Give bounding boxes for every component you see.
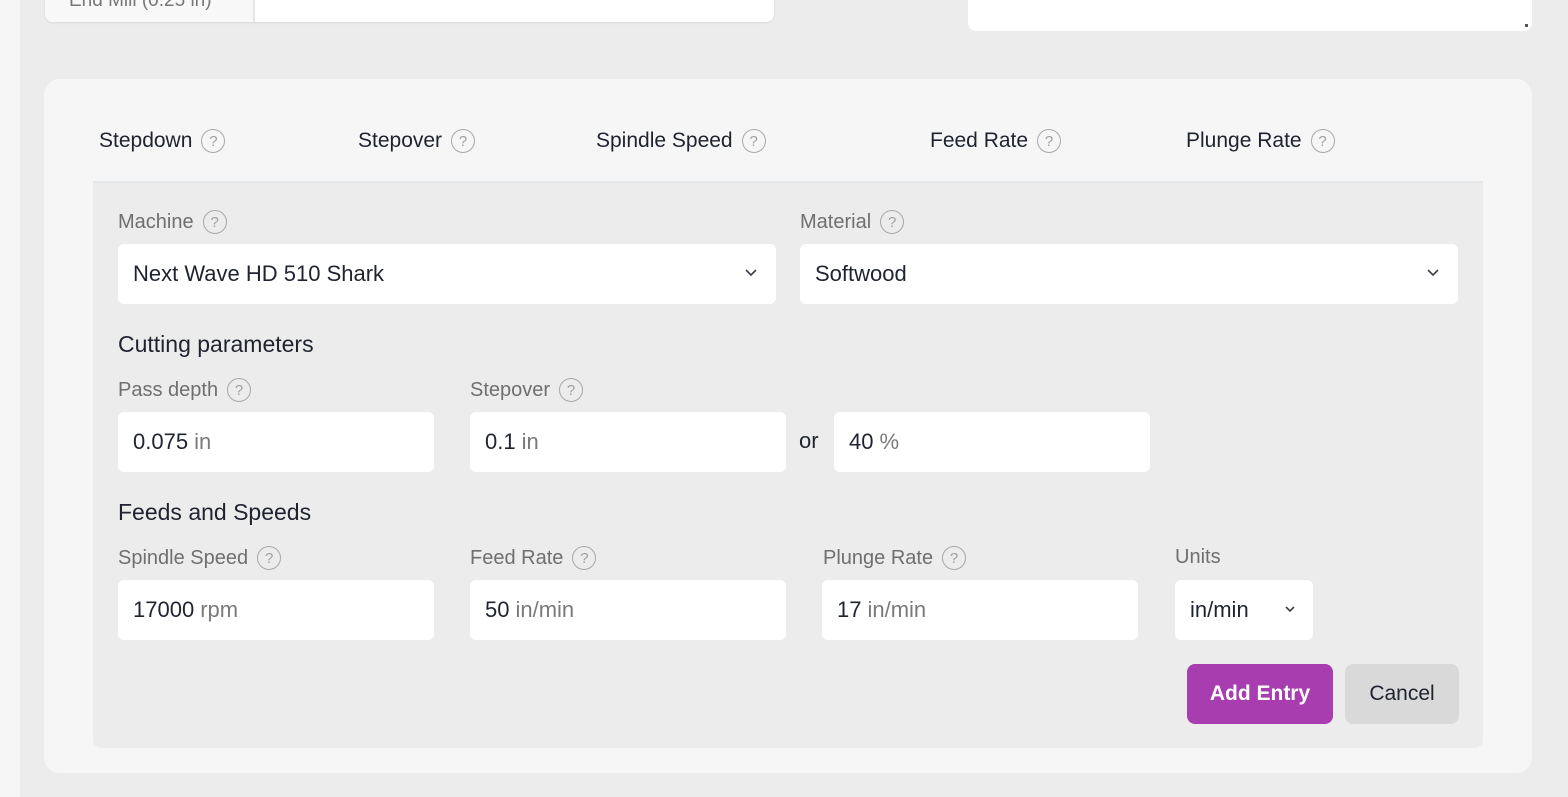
feeds-and-speeds-title: Feeds and Speeds	[118, 499, 312, 525]
stepover-label-text: Stepover	[470, 378, 551, 401]
feed-rate-input[interactable]: 50 in/min	[470, 580, 786, 640]
column-header-label: Plunge Rate	[1186, 129, 1302, 152]
help-icon[interactable]: ?	[257, 546, 282, 570]
pass-depth-unit: in	[194, 429, 212, 454]
plunge-rate-unit: in/min	[867, 597, 927, 622]
tool-row[interactable]: End Mill (0.25 in)	[45, 0, 774, 22]
column-header-stepover: Stepover ?	[358, 129, 476, 153]
plunge-rate-input[interactable]: 17 in/min	[822, 580, 1138, 640]
stepover-label: Stepover ?	[470, 378, 584, 402]
stepover-percent-value: 40	[849, 429, 874, 454]
column-header-stepdown: Stepdown ?	[99, 129, 226, 153]
machine-label-text: Machine	[118, 210, 194, 233]
machine-select-value: Next Wave HD 510 Shark	[133, 261, 385, 286]
tool-label: End Mill (0.25 in)	[45, 0, 255, 22]
help-icon[interactable]: ?	[202, 210, 227, 234]
table-header-row: Stepdown ? Stepover ? Spindle Speed ? Fe…	[44, 79, 1532, 181]
spindle-speed-value: 17000	[133, 597, 195, 622]
plunge-rate-label-text: Plunge Rate	[823, 546, 934, 569]
cutting-parameters-title: Cutting parameters	[118, 331, 314, 357]
stepover-percent-unit: %	[879, 429, 900, 454]
feed-rate-label: Feed Rate ?	[470, 546, 597, 570]
chevron-down-icon	[745, 269, 757, 277]
pass-depth-label-text: Pass depth	[118, 378, 219, 401]
material-select-value: Softwood	[815, 261, 907, 286]
pass-depth-label: Pass depth ?	[118, 378, 252, 402]
machine-select[interactable]: Next Wave HD 510 Shark	[118, 244, 776, 304]
material-label: Material ?	[800, 210, 905, 234]
stepover-value: 0.1	[485, 429, 516, 454]
material-label-text: Material	[800, 210, 872, 233]
chevron-down-icon	[1285, 606, 1295, 613]
stepover-percent-input[interactable]: 40 %	[834, 412, 1150, 472]
column-header-label: Stepover	[358, 129, 443, 152]
column-header-label: Spindle Speed	[596, 129, 733, 152]
feed-rate-unit: in/min	[515, 597, 575, 622]
help-icon[interactable]: ?	[942, 546, 967, 570]
spindle-speed-label-text: Spindle Speed	[118, 546, 249, 569]
help-icon[interactable]: ?	[572, 546, 597, 570]
tool-value[interactable]	[255, 0, 774, 22]
plunge-rate-label: Plunge Rate ?	[823, 546, 967, 570]
add-entry-button[interactable]: Add Entry	[1187, 664, 1333, 724]
notes-textarea[interactable]	[968, 0, 1532, 31]
help-icon[interactable]: ?	[451, 129, 476, 153]
spindle-speed-input[interactable]: 17000 rpm	[118, 580, 434, 640]
units-select-value: in/min	[1190, 597, 1249, 622]
machine-label: Machine ?	[118, 210, 227, 234]
stepover-input[interactable]: 0.1 in	[470, 412, 786, 472]
pass-depth-value: 0.075	[133, 429, 189, 454]
feed-rate-label-text: Feed Rate	[470, 546, 564, 569]
column-header-label: Stepdown	[99, 129, 193, 152]
plunge-rate-value: 17	[837, 597, 862, 622]
column-header-label: Feed Rate	[930, 129, 1029, 152]
column-header-plunge-rate: Plunge Rate ?	[1186, 129, 1335, 153]
help-icon[interactable]: ?	[741, 129, 766, 153]
feeds-speeds-card: Stepdown ? Stepover ? Spindle Speed ? Fe…	[44, 79, 1532, 773]
help-icon[interactable]: ?	[1310, 129, 1335, 153]
pass-depth-input[interactable]: 0.075 in	[118, 412, 434, 472]
help-icon[interactable]: ?	[880, 210, 905, 234]
stepover-unit: in	[521, 429, 539, 454]
help-icon[interactable]: ?	[227, 378, 252, 402]
resize-handle-icon[interactable]	[1525, 24, 1528, 27]
column-header-spindle-speed: Spindle Speed ?	[596, 129, 766, 153]
help-icon[interactable]: ?	[1037, 129, 1062, 153]
add-entry-form: Machine ? Next Wave HD 510 Shark Materia…	[93, 183, 1483, 748]
column-header-feed-rate: Feed Rate ?	[930, 129, 1062, 153]
chevron-down-icon	[1427, 269, 1439, 277]
feed-rate-value: 50	[485, 597, 510, 622]
spindle-speed-unit: rpm	[200, 597, 239, 622]
spindle-speed-label: Spindle Speed ?	[118, 546, 282, 570]
left-sidebar-edge	[0, 0, 20, 797]
units-label: Units	[1175, 546, 1221, 568]
help-icon[interactable]: ?	[559, 378, 584, 402]
cancel-button[interactable]: Cancel	[1345, 664, 1459, 724]
material-select[interactable]: Softwood	[800, 244, 1458, 304]
help-icon[interactable]: ?	[201, 129, 226, 153]
units-select[interactable]: in/min	[1175, 580, 1313, 640]
or-text: or	[799, 428, 819, 453]
